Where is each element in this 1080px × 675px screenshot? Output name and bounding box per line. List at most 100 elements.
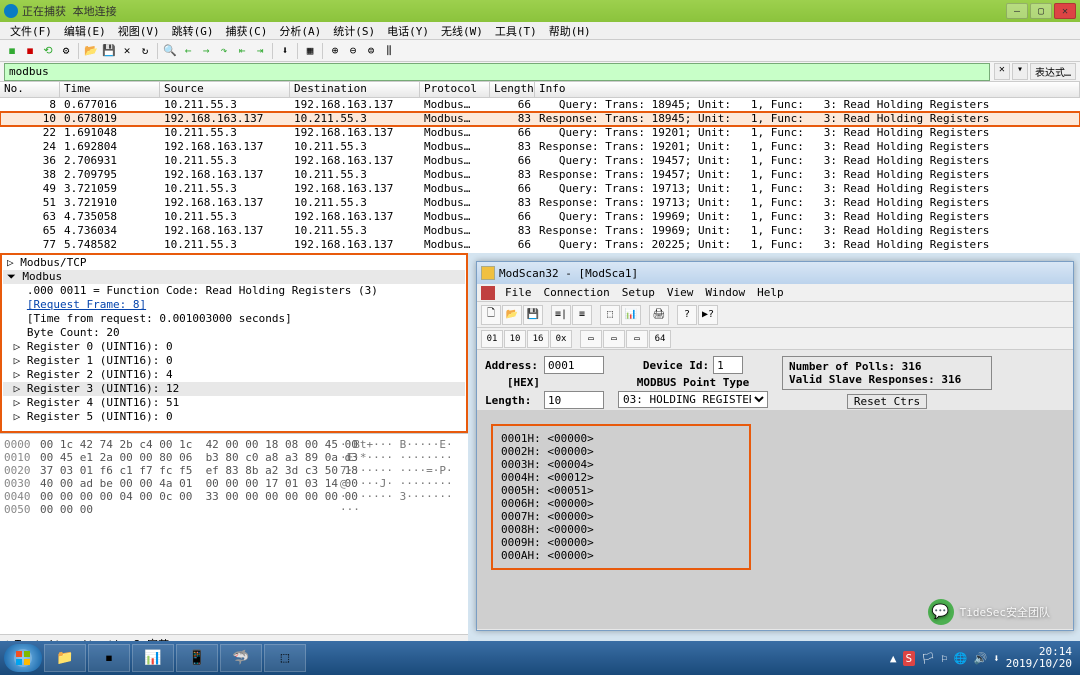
task-explorer[interactable]: 📁 (44, 644, 86, 672)
tree-line[interactable]: ▷ Register 3 (UINT16): 12 (3, 382, 465, 396)
col-len[interactable]: Length (490, 82, 535, 97)
options-icon[interactable]: ⚙ (58, 43, 74, 59)
close-file-icon[interactable]: ✕ (119, 43, 135, 59)
display-filter-input[interactable] (4, 63, 990, 81)
tree-line[interactable]: Byte Count: 20 (3, 326, 465, 340)
tray-ime-icon[interactable]: S (903, 651, 916, 666)
system-tray[interactable]: ▲ S 🏳 ⚐ 🌐 🔊 ⬇ 20:14 2019/10/20 (890, 646, 1076, 670)
point-type-select[interactable]: 03: HOLDING REGISTER (618, 391, 768, 408)
packet-row[interactable]: 221.69104810.211.55.3192.168.163.137Modb… (0, 126, 1080, 140)
packet-row[interactable]: 634.73505810.211.55.3192.168.163.137Modb… (0, 210, 1080, 224)
tray-flag-icon[interactable]: 🏳 (921, 652, 935, 665)
modscan-window[interactable]: ModScan32 - [ModSca1] File Connection Se… (476, 261, 1074, 631)
ms-fmt-dec-icon[interactable]: 10 (504, 330, 526, 348)
start-button[interactable] (4, 644, 42, 672)
ms-about-icon[interactable]: ? (677, 305, 697, 325)
menu-tools[interactable]: 工具(T) (489, 23, 543, 39)
back-icon[interactable]: ← (180, 43, 196, 59)
tree-line[interactable]: ▷ Register 0 (UINT16): 0 (3, 340, 465, 354)
ms-menu-help[interactable]: Help (751, 286, 790, 299)
tree-line[interactable]: [Time from request: 0.001003000 seconds] (3, 312, 465, 326)
hex-line[interactable]: 000000 1c 42 74 2b c4 00 1c 42 00 00 18 … (4, 438, 464, 451)
zoomout-icon[interactable]: ⊖ (345, 43, 361, 59)
maximize-button[interactable]: ▢ (1030, 3, 1052, 19)
ms-menu-file[interactable]: File (499, 286, 538, 299)
start-capture-icon[interactable]: ◼ (4, 43, 20, 59)
ms-disconn-icon[interactable]: ≡ (572, 305, 592, 325)
menu-wireless[interactable]: 无线(W) (435, 23, 489, 39)
ms-menu-view[interactable]: View (661, 286, 700, 299)
ms-help-icon[interactable]: ▶? (698, 305, 718, 325)
col-no[interactable]: No. (0, 82, 60, 97)
tree-line[interactable]: ▷ Register 4 (UINT16): 51 (3, 396, 465, 410)
windows-taskbar[interactable]: 📁 ▪ 📊 📱 🦈 ⬚ ▲ S 🏳 ⚐ 🌐 🔊 ⬇ 20:14 2019/10/… (0, 641, 1080, 675)
hex-line[interactable]: 003040 00 ad be 00 00 4a 01 00 00 00 17 … (4, 477, 464, 490)
ms-save-icon[interactable]: 💾 (523, 305, 543, 325)
packet-row[interactable]: 362.70693110.211.55.3192.168.163.137Modb… (0, 154, 1080, 168)
packet-bytes-pane[interactable]: 000000 1c 42 74 2b c4 00 1c 42 00 00 18 … (0, 433, 468, 634)
tray-usb-icon[interactable]: ⬇ (993, 652, 1000, 665)
menu-stats[interactable]: 统计(S) (327, 23, 381, 39)
tree-line[interactable]: ▷ Modbus/TCP (3, 256, 465, 270)
col-dst[interactable]: Destination (290, 82, 420, 97)
packet-row[interactable]: 80.67701610.211.55.3192.168.163.137Modbu… (0, 98, 1080, 112)
ms-conn-icon[interactable]: ≡| (551, 305, 571, 325)
filter-clear-icon[interactable]: ✕ (994, 63, 1010, 80)
ms-new-icon[interactable]: 🗋 (481, 305, 501, 325)
tray-icon-1[interactable]: ▲ (890, 652, 897, 665)
filter-expression-button[interactable]: 表达式… (1030, 63, 1076, 80)
menu-telephony[interactable]: 电话(Y) (381, 23, 435, 39)
menu-analyze[interactable]: 分析(A) (273, 23, 327, 39)
menu-edit[interactable]: 编辑(E) (58, 23, 112, 39)
menu-view[interactable]: 视图(V) (112, 23, 166, 39)
task-app2[interactable]: 📱 (176, 644, 218, 672)
ms-menu-window[interactable]: Window (699, 286, 751, 299)
ms-menu-conn[interactable]: Connection (538, 286, 616, 299)
col-info[interactable]: Info (535, 82, 1080, 97)
first-icon[interactable]: ⇤ (234, 43, 250, 59)
reload-icon[interactable]: ↻ (137, 43, 153, 59)
packet-row[interactable]: 241.692804192.168.163.13710.211.55.3Modb… (0, 140, 1080, 154)
task-wireshark[interactable]: 🦈 (220, 644, 262, 672)
ms-fmt-oct-icon[interactable]: 0x (550, 330, 572, 348)
autoscroll-icon[interactable]: ⬇ (277, 43, 293, 59)
tree-line[interactable]: ▷ Register 5 (UINT16): 0 (3, 410, 465, 424)
ms-open-icon[interactable]: 📂 (502, 305, 522, 325)
ms-fmt-d-icon[interactable]: 64 (649, 330, 671, 348)
tree-line[interactable]: ▷ Register 2 (UINT16): 4 (3, 368, 465, 382)
packet-details-pane[interactable]: ▷ Modbus/TCP⏷ Modbus .000 0011 = Functio… (0, 253, 468, 433)
save-icon[interactable]: 💾 (101, 43, 117, 59)
forward-icon[interactable]: → (198, 43, 214, 59)
hex-line[interactable]: 002037 03 01 f6 c1 f7 fc f5 ef 83 8b a2 … (4, 464, 464, 477)
filter-apply-icon[interactable]: ▾ (1012, 63, 1028, 80)
task-cmd[interactable]: ▪ (88, 644, 130, 672)
tray-action-icon[interactable]: ⚐ (941, 652, 948, 665)
packet-row[interactable]: 100.678019192.168.163.13710.211.55.3Modb… (0, 112, 1080, 126)
devid-input[interactable] (713, 356, 743, 374)
menu-capture[interactable]: 捕获(C) (220, 23, 274, 39)
address-input[interactable] (544, 356, 604, 374)
restart-capture-icon[interactable]: ⟲ (40, 43, 56, 59)
tray-clock[interactable]: 20:14 2019/10/20 (1006, 646, 1072, 670)
wireshark-menubar[interactable]: 文件(F) 编辑(E) 视图(V) 跳转(G) 捕获(C) 分析(A) 统计(S… (0, 22, 1080, 40)
ms-fmt-a-icon[interactable]: ▭ (580, 330, 602, 348)
minimize-button[interactable]: — (1006, 3, 1028, 19)
tree-line[interactable]: [Request Frame: 8] (3, 298, 465, 312)
length-input[interactable] (544, 391, 604, 409)
packet-list[interactable]: No. Time Source Destination Protocol Len… (0, 82, 1080, 253)
task-modscan[interactable]: ⬚ (264, 644, 306, 672)
packet-row[interactable]: 513.721910192.168.163.13710.211.55.3Modb… (0, 196, 1080, 210)
stop-capture-icon[interactable]: ◼ (22, 43, 38, 59)
open-icon[interactable]: 📂 (83, 43, 99, 59)
close-button[interactable]: ✕ (1054, 3, 1076, 19)
ms-print-icon[interactable]: 🖨 (649, 305, 669, 325)
resize-cols-icon[interactable]: ⫼ (381, 43, 397, 59)
ms-form-icon[interactable]: ⬚ (600, 305, 620, 325)
hex-line[interactable]: 004000 00 00 00 04 00 0c 00 33 00 00 00 … (4, 490, 464, 503)
packet-row[interactable]: 654.736034192.168.163.13710.211.55.3Modb… (0, 224, 1080, 238)
find-icon[interactable]: 🔍 (162, 43, 178, 59)
packet-row[interactable]: 493.72105910.211.55.3192.168.163.137Modb… (0, 182, 1080, 196)
reset-ctrs-button[interactable]: Reset Ctrs (847, 394, 927, 409)
ms-fmt-bin-icon[interactable]: 01 (481, 330, 503, 348)
tray-vol-icon[interactable]: 🔊 (973, 652, 987, 665)
